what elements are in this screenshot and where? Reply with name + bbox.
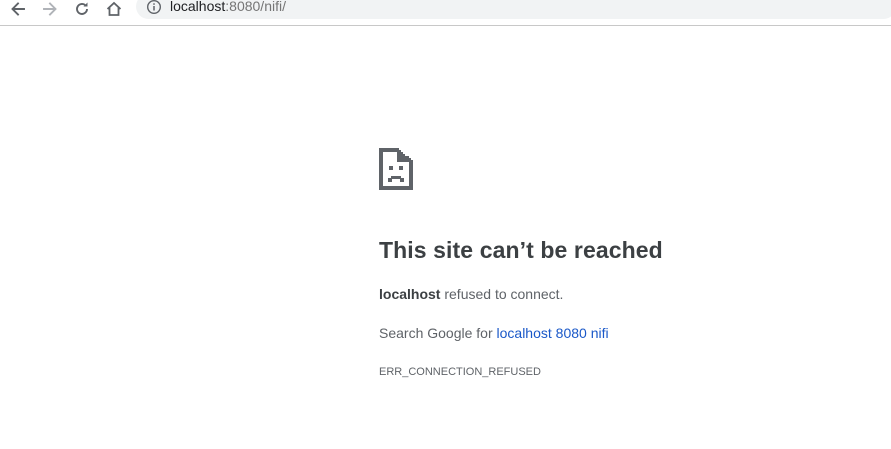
error-code: ERR_CONNECTION_REFUSED [379,366,541,378]
reload-icon [76,2,88,15]
error-title: This site can’t be reached [379,237,663,263]
error-description-text: refused to connect. [440,286,564,302]
info-circle-icon[interactable] [146,0,162,15]
back-button[interactable] [6,0,30,20]
home-button[interactable] [102,0,126,20]
reload-button[interactable] [70,0,94,20]
browser-toolbar: localhost:8080/nifi/ [0,0,891,26]
arrow-right-icon [43,2,57,16]
sad-document-icon [379,148,413,190]
home-icon [106,1,122,16]
forward-button[interactable] [38,0,62,20]
error-description: localhost refused to connect. [379,286,563,302]
url-text[interactable]: localhost:8080/nifi/ [170,0,286,15]
search-suggestion: Search Google for localhost 8080 nifi [379,325,609,341]
search-google-link[interactable]: localhost 8080 nifi [497,325,609,341]
search-prefix: Search Google for [379,325,497,341]
url-path: :8080/nifi/ [225,0,286,14]
error-host: localhost [379,286,441,302]
url-host: localhost [170,0,226,14]
arrow-left-icon [11,2,25,16]
